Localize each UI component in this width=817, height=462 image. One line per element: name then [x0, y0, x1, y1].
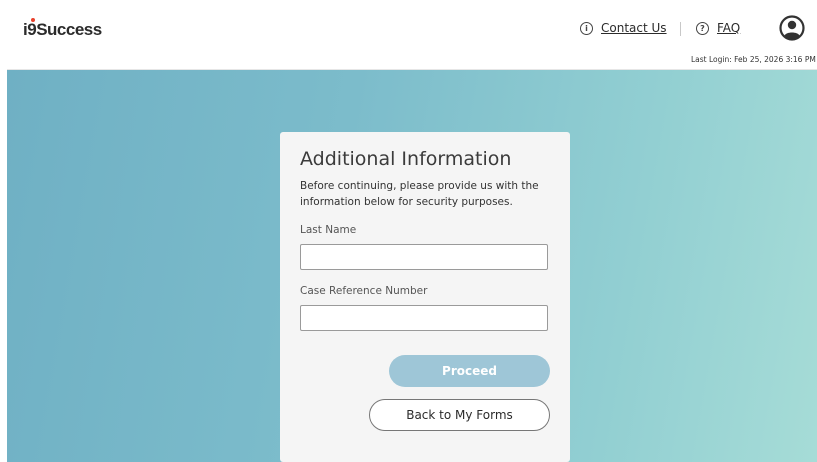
user-avatar-icon[interactable] [779, 15, 805, 41]
top-header: i 9Success i Contact Us ? FAQ Last Login:… [7, 7, 817, 70]
question-circle-icon: ? [696, 21, 709, 35]
logo-nine-text: 9 [27, 20, 37, 39]
proceed-button[interactable]: Proceed [389, 355, 550, 387]
card-description: Before continuing, please provide us wit… [300, 180, 539, 208]
case-reference-input[interactable] [300, 305, 548, 331]
logo-nine: 9 [27, 18, 37, 39]
header-divider [680, 22, 681, 36]
case-reference-label: Case Reference Number [300, 285, 428, 297]
i9success-logo[interactable]: i 9Success [23, 18, 102, 40]
info-circle-icon: i [580, 21, 593, 35]
faq-label[interactable]: FAQ [717, 21, 740, 35]
last-login-text: Last Login: Feb 25, 2026 3:16 PM [691, 55, 816, 64]
contact-us-link[interactable]: i Contact Us [580, 21, 667, 35]
additional-info-card: Additional Information Before continuing… [280, 132, 570, 462]
back-to-my-forms-button[interactable]: Back to My Forms [369, 399, 550, 431]
last-name-input[interactable] [300, 244, 548, 270]
faq-link[interactable]: ? FAQ [696, 21, 740, 35]
app-window: i 9Success i Contact Us ? FAQ Last Login:… [7, 7, 817, 462]
contact-us-label[interactable]: Contact Us [601, 21, 667, 35]
logo-suffix: Success [36, 20, 102, 39]
last-name-label: Last Name [300, 224, 357, 236]
card-title: Additional Information [300, 148, 512, 170]
